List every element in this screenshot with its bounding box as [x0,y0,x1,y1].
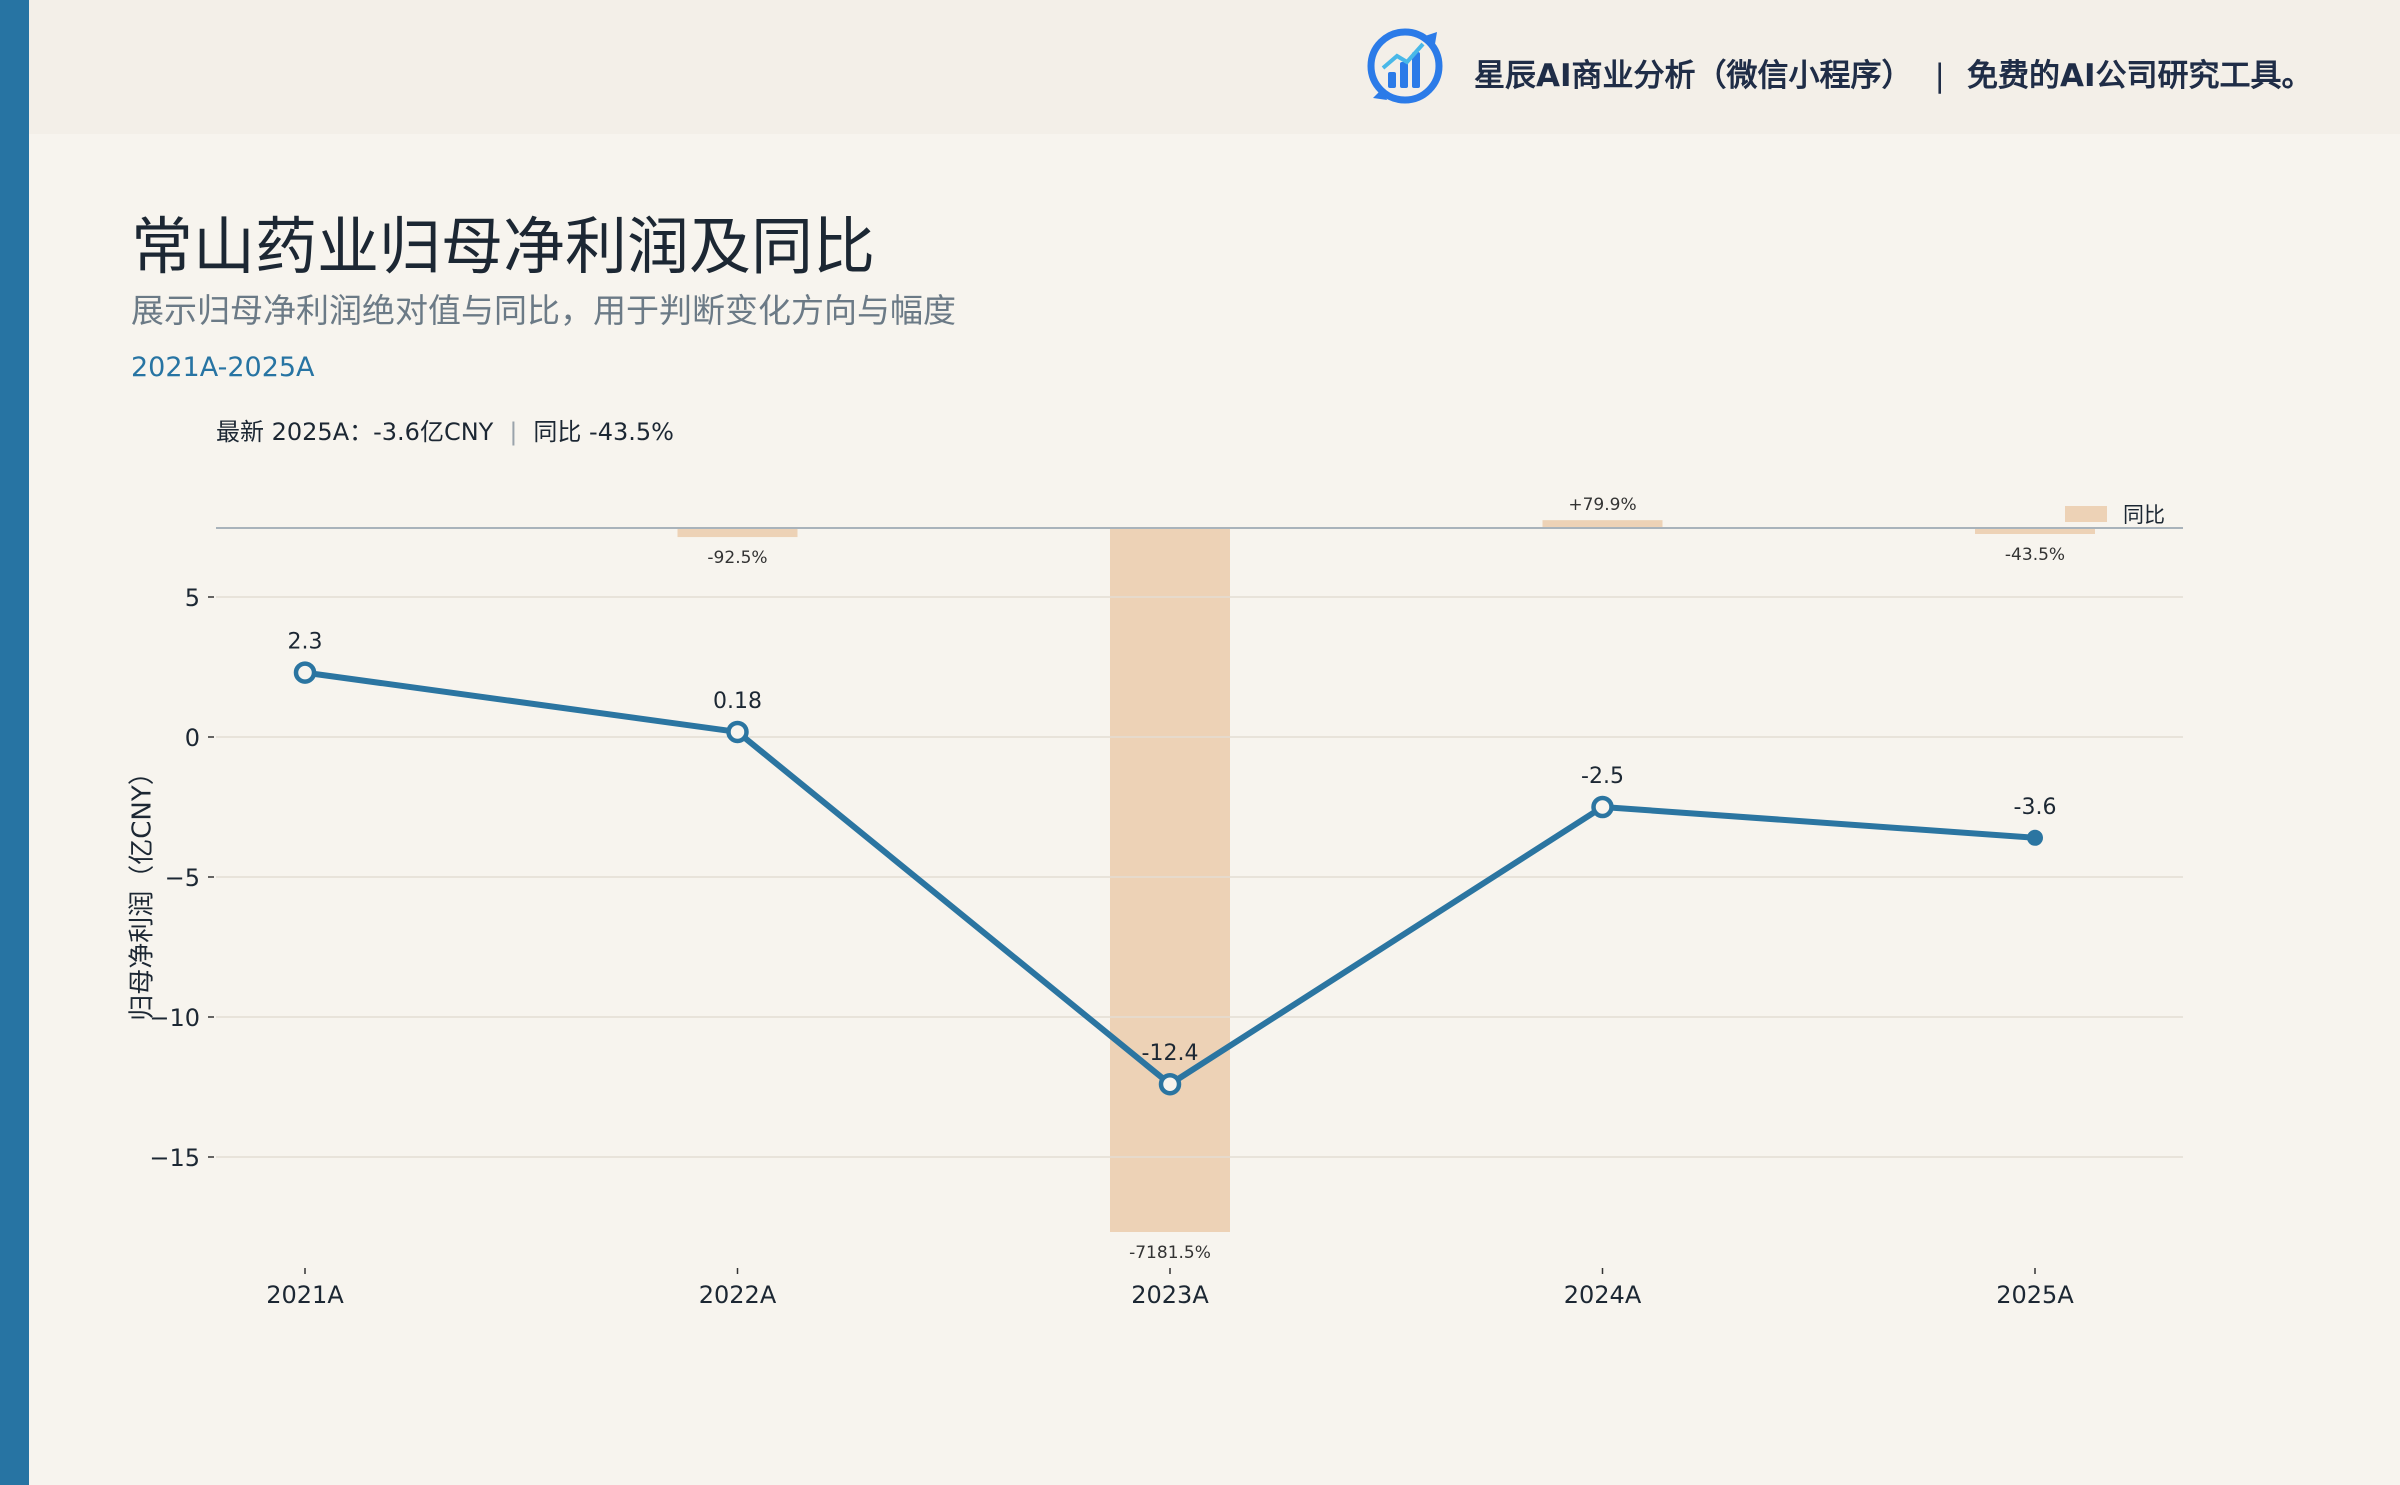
data-label-2023A: -12.4 [1142,1041,1199,1066]
data-point-2025A [2027,829,2043,846]
x-tick-label-2025A: 2025A [1996,1281,2074,1309]
legend-label-yoy: 同比 [2123,503,2165,527]
data-point-2023A [1158,1072,1182,1096]
yoy-bar-2024A [1542,520,1663,528]
net-profit-chart: -92.5% -7181.5% +79.9% -43.5% 5 0 −5 −10 −15 同比 20… [149,495,2183,1309]
x-tick-label-2023A: 2023A [1131,1281,1209,1309]
yoy-label-2025A: -43.5% [2005,545,2065,565]
data-label-2022A: 0.18 [713,689,762,714]
data-label-2021A: 2.3 [288,630,323,655]
y-tick-label: −15 [149,1144,200,1172]
x-tick-label-2024A: 2024A [1564,1281,1642,1309]
data-label-2025A: -3.6 [2014,795,2057,820]
yoy-label-2024A: +79.9% [1568,495,1636,515]
x-tick-label-2022A: 2022A [699,1281,777,1309]
data-label-2024A: -2.5 [1581,764,1624,789]
yoy-label-2022A: -92.5% [707,548,767,568]
yoy-label-2023A: -7181.5% [1129,1243,1211,1263]
x-tick-label-2021A: 2021A [266,1281,344,1309]
yoy-bar-2022A [677,528,798,538]
y-tick-label: −5 [165,864,200,892]
legend-swatch-yoy [2065,506,2107,522]
data-point-2021A [293,661,317,684]
yoy-bar-2023A [1110,528,1230,1232]
y-tick-label: 5 [185,584,200,612]
y-tick-label: 0 [185,724,200,752]
y-tick-label: −10 [149,1004,200,1032]
data-point-2022A [726,720,749,744]
data-point-2024A [1591,795,1614,819]
